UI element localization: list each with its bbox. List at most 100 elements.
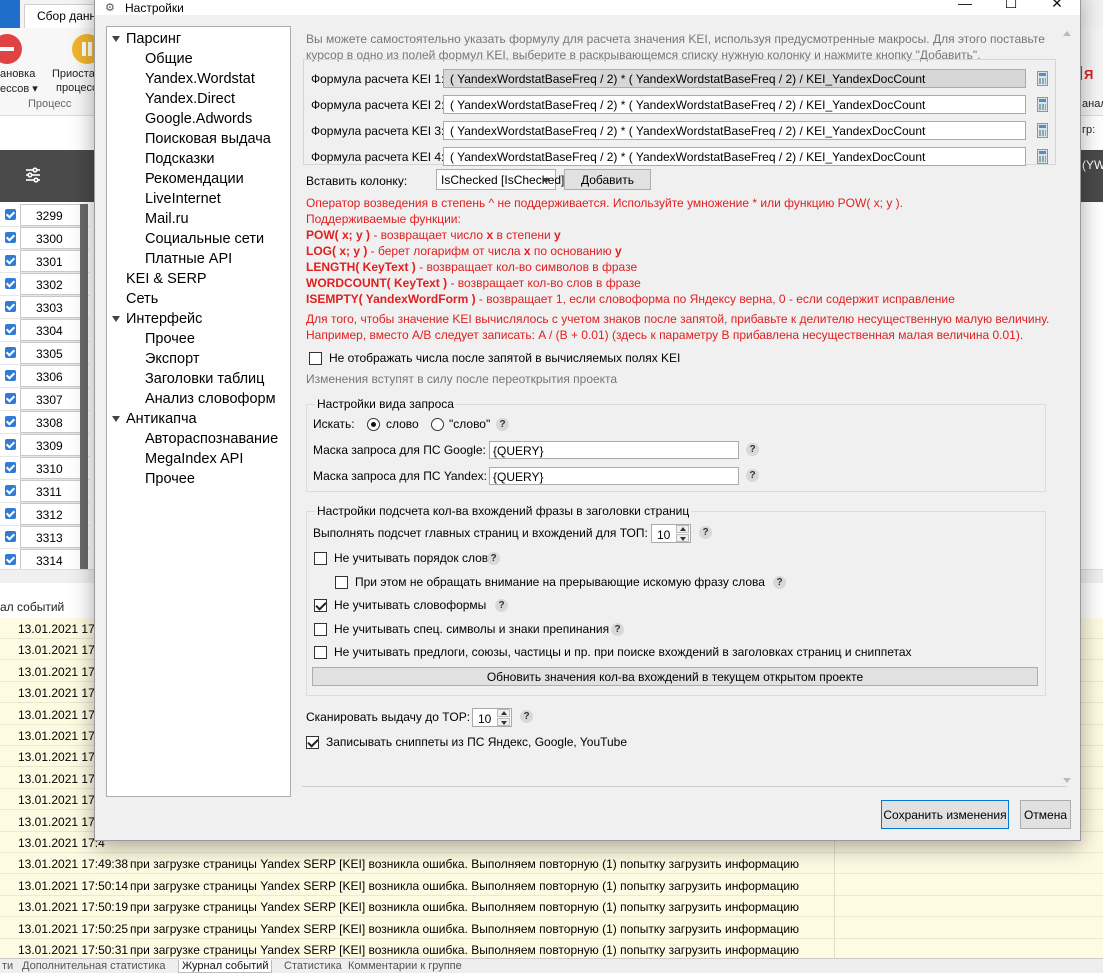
table-row[interactable]: 3304 (0, 319, 90, 342)
calculator-icon[interactable] (1037, 71, 1048, 86)
tree-item[interactable]: Анализ словоформ (107, 389, 290, 409)
kei-formula-input[interactable]: ( YandexWordstatBaseFreq / 2) * ( Yandex… (443, 121, 1026, 140)
help-icon[interactable]: ? (611, 623, 624, 636)
table-row[interactable]: 3301 (0, 250, 90, 273)
tree-item[interactable]: Интерфейс (107, 309, 290, 329)
row-checkbox[interactable] (5, 324, 16, 335)
table-row[interactable]: 3312 (0, 503, 90, 526)
expand-arrow-icon[interactable] (112, 316, 120, 322)
table-row[interactable]: 3303 (0, 296, 90, 319)
stepper-down-button[interactable] (676, 534, 689, 542)
tree-item[interactable]: Сеть (107, 289, 290, 309)
checkbox-box[interactable] (314, 599, 327, 612)
bottom-tab-group-comments[interactable]: Комментарии к группе (348, 960, 462, 972)
grid-scrollbar[interactable] (80, 204, 88, 569)
table-row[interactable]: 3310 (0, 457, 90, 480)
tree-item[interactable]: Поисковая выдача (107, 129, 290, 149)
row-checkbox[interactable] (5, 278, 16, 289)
stepper-up-button[interactable] (676, 525, 689, 533)
kei-formula-input[interactable]: ( YandexWordstatBaseFreq / 2) * ( Yandex… (443, 95, 1026, 114)
calculator-icon[interactable] (1037, 97, 1048, 112)
help-icon[interactable]: ? (746, 469, 759, 482)
google-mask-input[interactable]: {QUERY} (489, 441, 739, 459)
row-checkbox[interactable] (5, 255, 16, 266)
radio-word[interactable] (367, 418, 380, 431)
grid-header-column-label[interactable]: (YW (1082, 158, 1103, 172)
tree-item[interactable]: Прочее (107, 329, 290, 349)
tree-item[interactable]: Google.Adwords (107, 109, 290, 129)
tree-item[interactable]: Социальные сети (107, 229, 290, 249)
tree-item[interactable]: MegaIndex API (107, 449, 290, 469)
stepper-up-button[interactable] (497, 709, 510, 717)
help-icon[interactable]: ? (520, 710, 533, 723)
dialog-titlebar[interactable]: ⚙ Настройки — ☐ ✕ (95, 0, 1080, 15)
app-tab-active-marker[interactable] (0, 0, 20, 28)
bottom-tab-statistics[interactable]: Статистика (284, 960, 342, 972)
minimize-button[interactable]: — (942, 0, 988, 15)
table-row[interactable]: 3299 (0, 204, 90, 227)
row-checkbox[interactable] (5, 370, 16, 381)
table-row[interactable]: 3300 (0, 227, 90, 250)
table-row[interactable]: 3311 (0, 480, 90, 503)
row-checkbox[interactable] (5, 439, 16, 450)
scroll-down-arrow[interactable] (1063, 778, 1071, 783)
table-row[interactable]: 3307 (0, 388, 90, 411)
row-checkbox[interactable] (5, 393, 16, 404)
insert-column-select[interactable]: IsChecked [IsChecked] (436, 169, 564, 190)
expand-arrow-icon[interactable] (112, 416, 120, 422)
checkbox-box[interactable] (314, 622, 327, 636)
tree-item[interactable]: Mail.ru (107, 209, 290, 229)
tree-item[interactable]: Парсинг (107, 29, 290, 49)
row-checkbox[interactable] (5, 301, 16, 312)
top-count-stepper[interactable]: 10 (651, 524, 691, 543)
table-row[interactable]: 3308 (0, 411, 90, 434)
bottom-tab-extra-stats[interactable]: Дополнительная статистика (22, 960, 166, 972)
row-checkbox[interactable] (5, 462, 16, 473)
table-row[interactable]: 3309 (0, 434, 90, 457)
row-checkbox[interactable] (5, 508, 16, 519)
yandex-letter-icon[interactable]: Я (1084, 67, 1093, 82)
tree-item[interactable]: Прочее (107, 469, 290, 489)
help-icon[interactable]: ? (496, 418, 509, 431)
save-changes-button[interactable]: Сохранить изменения (881, 800, 1009, 829)
update-occurrences-button[interactable]: Обновить значения кол-ва вхождений в тек… (312, 667, 1038, 686)
row-checkbox[interactable] (5, 209, 16, 220)
row-checkbox[interactable] (5, 531, 16, 542)
tree-item[interactable]: Автораспознавание (107, 429, 290, 449)
help-icon[interactable]: ? (699, 526, 712, 539)
checkbox-box[interactable] (314, 646, 327, 659)
tree-item[interactable]: Заголовки таблиц (107, 369, 290, 389)
close-button[interactable]: ✕ (1034, 0, 1080, 15)
scan-top-stepper[interactable]: 10 (472, 708, 512, 727)
calculator-icon[interactable] (1037, 123, 1048, 138)
expand-arrow-icon[interactable] (112, 36, 120, 42)
checkbox-box[interactable] (306, 736, 319, 749)
maximize-button[interactable]: ☐ (988, 0, 1034, 15)
settings-scrollbar[interactable] (1061, 29, 1073, 789)
tree-item[interactable]: Платные API (107, 249, 290, 269)
tree-item[interactable]: Рекомендации (107, 169, 290, 189)
row-checkbox[interactable] (5, 554, 16, 565)
kei-formula-input[interactable]: ( YandexWordstatBaseFreq / 2) * ( Yandex… (443, 147, 1026, 166)
tree-item[interactable]: Yandex.Direct (107, 89, 290, 109)
tree-item[interactable]: KEI & SERP (107, 269, 290, 289)
filter-settings-icon[interactable] (24, 166, 42, 184)
help-icon[interactable]: ? (746, 443, 759, 456)
tree-item[interactable]: Антикапча (107, 409, 290, 429)
kei-formula-input[interactable]: ( YandexWordstatBaseFreq / 2) * ( Yandex… (443, 69, 1026, 88)
help-icon[interactable]: ? (487, 552, 500, 565)
help-icon[interactable]: ? (495, 599, 508, 612)
bottom-tab-partial[interactable]: ти (2, 960, 13, 972)
checkbox-box[interactable] (335, 575, 348, 589)
tree-item[interactable]: Yandex.Wordstat (107, 69, 290, 89)
table-row[interactable]: 3305 (0, 342, 90, 365)
checkbox-box[interactable] (314, 552, 327, 565)
tree-item[interactable]: Подсказки (107, 149, 290, 169)
yandex-mask-input[interactable]: {QUERY} (489, 467, 739, 485)
tree-item[interactable]: Общие (107, 49, 290, 69)
tree-item[interactable]: Экспорт (107, 349, 290, 369)
add-column-button[interactable]: Добавить (564, 169, 651, 190)
row-checkbox[interactable] (5, 416, 16, 427)
radio-quoted-word[interactable] (431, 418, 444, 431)
table-row[interactable]: 3313 (0, 526, 90, 549)
